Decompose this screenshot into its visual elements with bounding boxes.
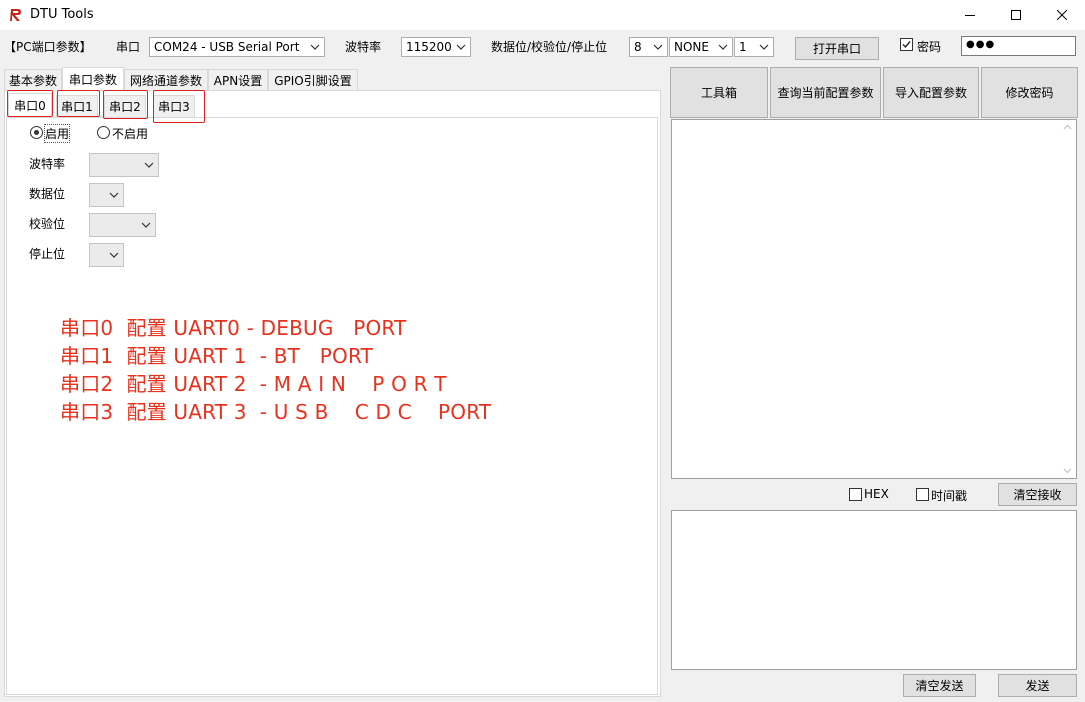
- send-textarea[interactable]: [671, 510, 1077, 670]
- databits-parity-stopbits-label: 数据位/校验位/停止位: [491, 40, 608, 54]
- annotation-note-uart1: 串口1 配置 UART 1 - BT PORT: [60, 344, 374, 368]
- uart-databits-select[interactable]: [89, 183, 124, 207]
- tab-serial-params[interactable]: 串口参数: [62, 67, 124, 91]
- open-port-button[interactable]: 打开串口: [795, 37, 879, 60]
- chevron-down-icon: [718, 44, 728, 50]
- minimize-button[interactable]: [947, 0, 993, 30]
- receive-textarea[interactable]: [671, 119, 1077, 479]
- send-button[interactable]: 发送: [998, 674, 1077, 697]
- password-label: 密码: [917, 40, 942, 54]
- chevron-down-icon: [653, 44, 663, 50]
- clear-send-button[interactable]: 清空发送: [903, 674, 976, 697]
- tab-gpio-settings[interactable]: GPIO引脚设置: [268, 69, 358, 91]
- checkmark-icon: [902, 41, 911, 49]
- tab-apn-settings[interactable]: APN设置: [208, 69, 268, 91]
- uart-databits-label: 数据位: [29, 187, 66, 201]
- uart-stopbits-label: 停止位: [29, 247, 66, 261]
- databits-select-value: 8: [634, 40, 642, 54]
- toolbox-button[interactable]: 工具箱: [670, 67, 768, 118]
- tab-network-channel-params[interactable]: 网络通道参数: [124, 69, 208, 91]
- port-select[interactable]: COM24 - USB Serial Port: [149, 37, 325, 57]
- app-logo-icon: [10, 9, 21, 21]
- baud-select-value: 115200: [406, 40, 452, 54]
- window-title: DTU Tools: [30, 7, 94, 22]
- title-bar: [0, 0, 1085, 30]
- chevron-down-icon: [759, 44, 769, 50]
- maximize-button[interactable]: [993, 0, 1039, 30]
- parity-select[interactable]: NONE: [669, 37, 733, 57]
- hex-label: HEX: [864, 487, 889, 501]
- close-button[interactable]: [1039, 0, 1085, 30]
- chevron-down-icon: [144, 162, 154, 168]
- stopbits-select-value: 1: [739, 40, 747, 54]
- receive-scrollbar[interactable]: [1059, 120, 1076, 478]
- close-icon: [1057, 10, 1067, 20]
- enable-label: 启用: [43, 124, 71, 143]
- parity-select-value: NONE: [674, 40, 709, 54]
- scroll-up-icon[interactable]: [1063, 124, 1072, 130]
- annotation-box-uart0: [7, 90, 53, 117]
- annotation-note-uart2: 串口2 配置 UART 2 - M A I N P O R T: [60, 372, 447, 396]
- chevron-down-icon: [109, 252, 119, 258]
- scroll-down-icon[interactable]: [1063, 468, 1072, 474]
- uart-stopbits-select[interactable]: [89, 243, 124, 267]
- chevron-down-icon: [310, 44, 320, 50]
- uart-baud-select[interactable]: [89, 153, 159, 177]
- uart-parity-select[interactable]: [89, 213, 156, 237]
- disable-label: 不启用: [112, 127, 149, 141]
- change-password-button[interactable]: 修改密码: [981, 67, 1078, 118]
- clear-receive-button[interactable]: 清空接收: [998, 483, 1077, 506]
- chevron-down-icon: [141, 222, 151, 228]
- chevron-down-icon: [456, 44, 466, 50]
- enable-radio[interactable]: [30, 126, 43, 139]
- pc-params-label: 【PC端口参数】: [4, 40, 92, 54]
- annotation-box-uart2: [103, 90, 148, 119]
- maximize-icon: [1011, 10, 1021, 20]
- port-label: 串口: [116, 40, 141, 54]
- chevron-down-icon: [109, 192, 119, 198]
- uart-baud-label: 波特率: [29, 157, 66, 171]
- timestamp-label: 时间戳: [931, 489, 968, 503]
- timestamp-checkbox[interactable]: [916, 488, 929, 501]
- annotation-note-uart3: 串口3 配置 UART 3 - U S B C D C PORT: [60, 400, 492, 424]
- port-select-value: COM24 - USB Serial Port: [154, 40, 300, 54]
- disable-radio[interactable]: [97, 126, 110, 139]
- query-config-button[interactable]: 查询当前配置参数: [770, 67, 881, 118]
- minimize-icon: [965, 15, 975, 16]
- uart-parity-label: 校验位: [29, 217, 66, 231]
- tab-basic-params[interactable]: 基本参数: [4, 69, 62, 91]
- password-checkbox[interactable]: [900, 38, 913, 51]
- stopbits-select[interactable]: 1: [734, 37, 774, 57]
- password-input-value: ●●●: [966, 39, 996, 50]
- annotation-box-uart3: [153, 90, 205, 123]
- baud-label: 波特率: [345, 40, 382, 54]
- annotation-note-uart0: 串口0 配置 UART0 - DEBUG PORT: [60, 316, 407, 340]
- annotation-box-uart1: [57, 90, 100, 117]
- password-input[interactable]: ●●●: [961, 36, 1076, 56]
- databits-select[interactable]: 8: [629, 37, 668, 57]
- baud-select[interactable]: 115200: [401, 37, 471, 57]
- hex-checkbox[interactable]: [849, 488, 862, 501]
- import-config-button[interactable]: 导入配置参数: [883, 67, 979, 118]
